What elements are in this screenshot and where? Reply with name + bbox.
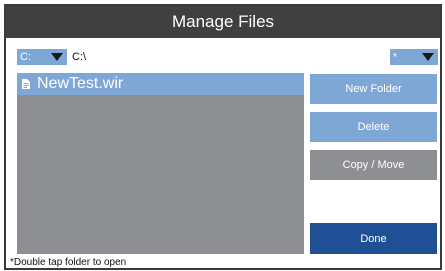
chevron-down-icon [47,49,67,65]
file-name: NewTest.wir [37,75,124,92]
footer-hint: *Double tap folder to open [10,257,127,268]
dialog-title: Manage Files [171,12,275,31]
toolbar: C: C:\ * [6,38,440,68]
done-button-label: Done [360,232,387,245]
file-list-item[interactable]: NewTest.wir [17,73,304,95]
file-list[interactable]: NewTest.wir [17,73,304,254]
new-folder-button[interactable]: New Folder [310,74,437,104]
drive-select[interactable]: C: [17,49,67,65]
delete-button-label: Delete [357,121,390,133]
delete-button[interactable]: Delete [310,112,437,142]
file-filter-value: * [393,51,397,63]
file-filter-select[interactable]: * [390,49,438,65]
drive-select-value: C: [20,51,31,63]
file-icon [21,78,31,90]
copy-move-button-label: Copy / Move [342,159,405,171]
manage-files-dialog: Manage Files C: C:\ * NewTest.wir New Fo… [4,4,442,270]
dialog-title-bar: Manage Files [6,6,440,38]
chevron-down-icon [418,49,438,65]
new-folder-button-label: New Folder [345,83,402,95]
done-button[interactable]: Done [310,223,437,254]
copy-move-button[interactable]: Copy / Move [310,150,437,180]
current-path: C:\ [72,51,87,63]
